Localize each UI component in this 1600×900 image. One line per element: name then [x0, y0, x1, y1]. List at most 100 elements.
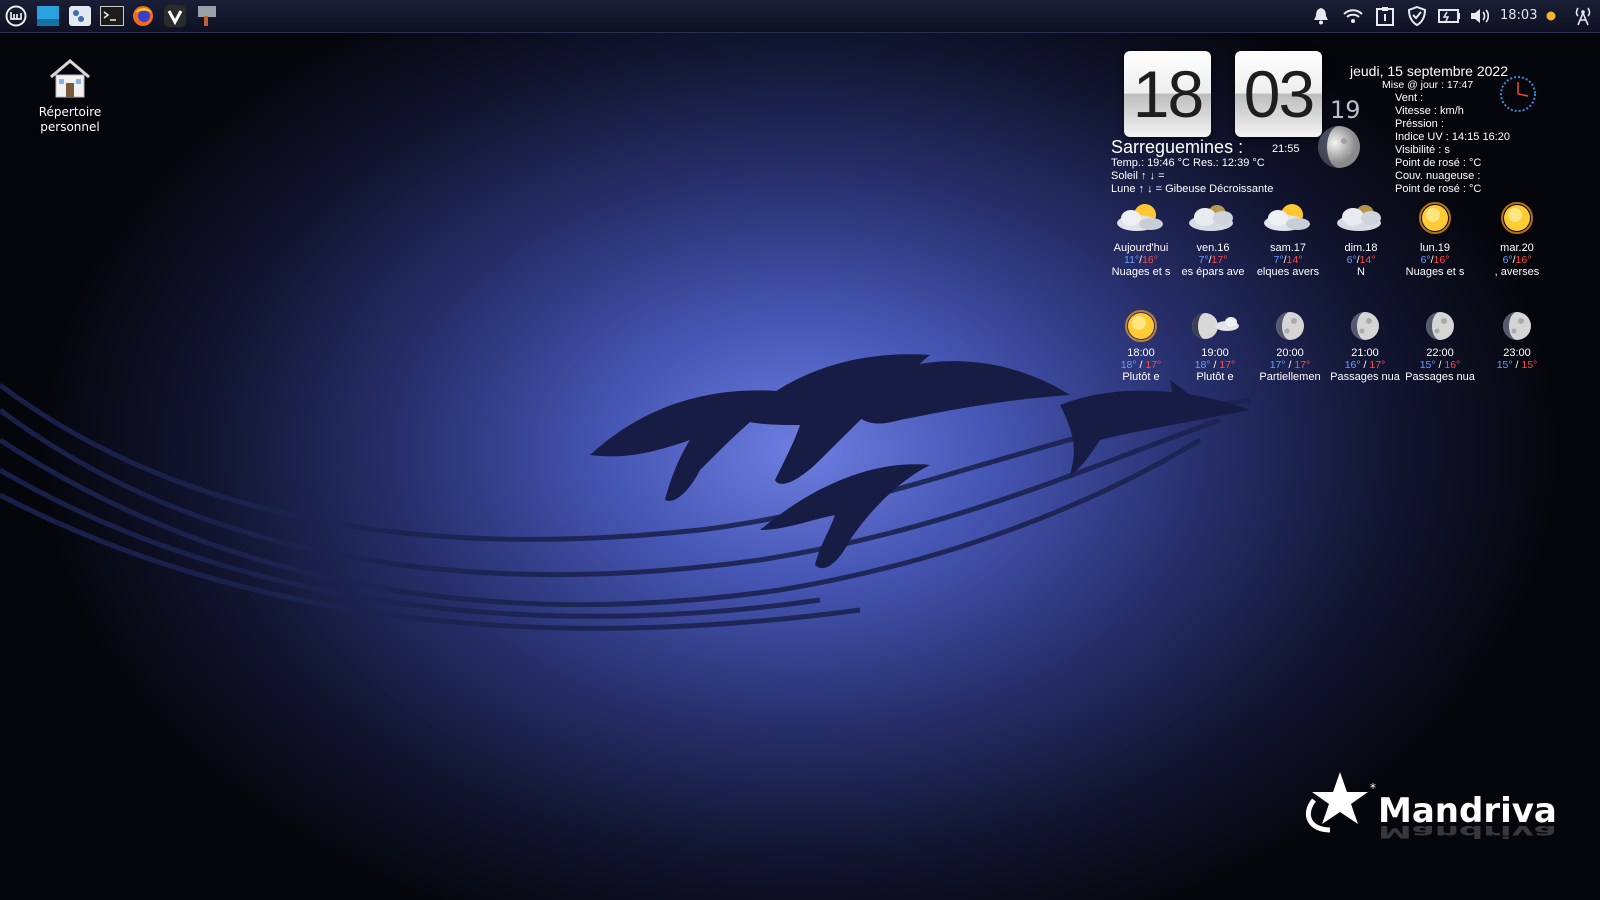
hourly-forecast-item: 23:00 15° / 15° — [1480, 306, 1554, 371]
clipboard-icon[interactable] — [1374, 5, 1396, 27]
stat-uv: Indice UV : 14:15 16:20 — [1395, 131, 1510, 143]
hourly-forecast-temp-low: 15° — [1419, 359, 1436, 371]
mint-menu-icon[interactable] — [4, 4, 28, 28]
svg-text:*: * — [1370, 781, 1376, 795]
daily-forecast-temp-high: 14° — [1286, 254, 1303, 266]
moon-icon — [1403, 306, 1477, 347]
daily-forecast-temps: 11°/16° — [1104, 254, 1178, 266]
house-icon — [50, 59, 90, 98]
mandriva-logo: * Mandriva Mandriva — [1300, 770, 1560, 864]
daily-forecast-temp-high: 14° — [1359, 254, 1376, 266]
moon-icon — [1253, 306, 1327, 347]
shield-icon[interactable] — [1406, 5, 1428, 27]
top-panel: 18:03 — [0, 0, 1600, 33]
stat-pressure: Préssion : — [1395, 118, 1444, 130]
home-folder-label: Répertoire — [38, 105, 102, 119]
battery-icon[interactable] — [1438, 5, 1460, 27]
daily-forecast-temp-low: 6° — [1502, 254, 1513, 266]
hourly-forecast-temp-low: 16° — [1344, 359, 1361, 371]
minute-flip: 03 — [1235, 51, 1322, 137]
daily-forecast-description: Nuages et s — [1111, 266, 1171, 278]
antenna-icon[interactable] — [1572, 5, 1594, 27]
daily-forecast-temp-high: 17° — [1211, 254, 1228, 266]
hourly-forecast-temp-low: 18° — [1120, 359, 1137, 371]
daily-forecast-label: sam.17 — [1269, 242, 1307, 254]
daily-forecast-description: N — [1357, 266, 1365, 278]
daily-forecast-description: elques avers — [1256, 266, 1320, 278]
city-time: 21:55 — [1272, 143, 1300, 155]
daily-forecast-temps: 7°/14° — [1251, 254, 1325, 266]
moon-line: Lune ↑ ↓ = Gibeuse Décroissante — [1111, 183, 1274, 195]
firefox-icon[interactable] — [131, 4, 155, 28]
daily-forecast-label: ven.16 — [1196, 242, 1230, 254]
hourly-forecast-temp-low: 18° — [1194, 359, 1211, 371]
daily-forecast-item: lun.19 6°/16° Nuages et s — [1398, 198, 1472, 278]
show-desktop-icon[interactable] — [36, 4, 60, 28]
hourly-forecast-temp-low: 15° — [1496, 359, 1513, 371]
daily-forecast-temps: 7°/17° — [1176, 254, 1250, 266]
hourly-forecast-temp-low: 17° — [1269, 359, 1286, 371]
hourly-forecast-temp-high: 17° — [1145, 359, 1162, 371]
status-dot-icon[interactable] — [1540, 5, 1562, 27]
sun-icon — [1104, 306, 1178, 347]
daily-forecast-label: mar.20 — [1500, 242, 1534, 254]
terminal-icon[interactable] — [100, 4, 124, 28]
daily-forecast-temp-high: 16° — [1142, 254, 1158, 266]
sun-line: Soleil ↑ ↓ = — [1111, 170, 1165, 182]
hourly-forecast-temp-high: 16° — [1444, 359, 1461, 371]
hourly-forecast-label: 22:00 — [1426, 347, 1454, 359]
daily-forecast-item: ven.16 7°/17° es épars ave — [1176, 198, 1250, 278]
daily-forecast-temp-low: 6° — [1420, 254, 1431, 266]
hourly-forecast-item: 18:00 18° / 17° Plutôt e — [1104, 306, 1178, 383]
moon-icon — [1328, 306, 1402, 347]
daily-forecast-item: dim.18 6°/14° N — [1324, 198, 1398, 278]
hourly-forecast-description: Passages nua — [1405, 371, 1475, 383]
settings-icon[interactable] — [68, 4, 92, 28]
daily-forecast-temp-high: 16° — [1515, 254, 1532, 266]
daily-forecast-item: Aujourd'hui 11°/16° Nuages et s — [1104, 198, 1178, 278]
daily-forecast-temp-low: 11° — [1124, 254, 1140, 266]
brand-reflection: Mandriva — [1378, 822, 1557, 842]
city-name: Sarreguemines : — [1111, 137, 1244, 157]
wifi-icon[interactable] — [1342, 5, 1364, 27]
daily-forecast-temps: 6°/14° — [1324, 254, 1398, 266]
hourly-forecast-item: 19:00 18° / 17° Plutôt e — [1178, 306, 1252, 383]
daily-forecast-description: es épars ave — [1181, 266, 1245, 278]
daily-forecast-description: , averses — [1494, 266, 1540, 278]
hourly-forecast-description: Plutôt e — [1196, 371, 1234, 383]
cloudy-icon — [1324, 198, 1398, 242]
home-folder[interactable]: Répertoire personnel — [30, 55, 110, 135]
daily-forecast-temp-low: 7° — [1273, 254, 1284, 266]
moon-phase-icon — [1318, 126, 1360, 168]
hourly-forecast-temps: 16° / 17° — [1328, 359, 1402, 371]
volume-icon[interactable] — [1470, 5, 1492, 27]
stat-dewpoint-2: Point de rosé : °C — [1395, 183, 1482, 195]
moon-icon — [1480, 306, 1554, 347]
home-folder-label-2: personnel — [40, 120, 100, 134]
hourly-forecast-temps: 18° / 17° — [1104, 359, 1178, 371]
daily-forecast-item: sam.17 7°/14° elques avers — [1251, 198, 1325, 278]
cloudy-icon — [1176, 198, 1250, 242]
hourly-forecast-temps: 17° / 17° — [1253, 359, 1327, 371]
bell-icon[interactable] — [1310, 5, 1332, 27]
hourly-forecast-temp-high: 17° — [1219, 359, 1236, 371]
stat-dewpoint: Point de rosé : °C — [1395, 157, 1482, 169]
moon-cloud-icon — [1178, 306, 1252, 347]
daily-forecast-label: dim.18 — [1344, 242, 1378, 254]
daily-forecast-label: lun.19 — [1420, 242, 1450, 254]
daily-forecast-temps: 6°/16° — [1398, 254, 1472, 266]
stat-visibility: Visibilité : s — [1395, 144, 1450, 156]
stat-cloud-cover: Couv. nuageuse : — [1395, 170, 1481, 182]
panel-clock[interactable]: 18:03 — [1500, 8, 1537, 23]
hourly-forecast-label: 18:00 — [1127, 347, 1155, 359]
hourly-forecast-temps: 15° / 15° — [1480, 359, 1554, 371]
vivaldi-icon[interactable] — [163, 4, 187, 28]
daily-forecast-description: Nuages et s — [1405, 266, 1465, 278]
stat-speed: Vitesse : km/h — [1395, 105, 1464, 117]
hourly-forecast-item: 22:00 15° / 16° Passages nua — [1403, 306, 1477, 383]
sun-icon — [1398, 198, 1472, 242]
analog-clock-icon — [1500, 76, 1536, 112]
hourly-forecast-item: 21:00 16° / 17° Passages nua — [1328, 306, 1402, 383]
app-icon[interactable] — [195, 4, 219, 28]
update-time: Mise @ jour : 17:47 — [1382, 79, 1474, 91]
